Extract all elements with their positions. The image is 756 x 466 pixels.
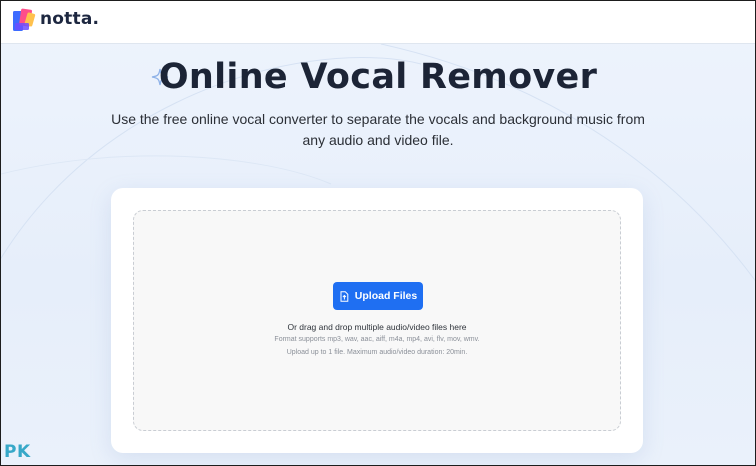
upload-files-button[interactable]: Upload Files — [333, 282, 423, 310]
page-title: Online Vocal Remover — [158, 57, 598, 97]
notta-logo[interactable]: notta. — [12, 8, 102, 34]
browser-viewport: notta. Online Vocal Remover Use the free… — [0, 0, 756, 466]
drag-drop-text: Or drag and drop multiple audio/video fi… — [287, 322, 467, 332]
file-upload-icon — [340, 290, 349, 302]
top-navigation-bar: notta. — [1, 1, 755, 44]
upload-files-label: Upload Files — [354, 290, 418, 302]
brand-name: notta. — [40, 9, 100, 29]
upload-limit-text: Upload up to 1 file. Maximum audio/video… — [286, 349, 468, 356]
notta-logo-icon — [13, 8, 36, 31]
supported-formats-text: Format supports mp3, wav, aac, aiff, m4a… — [274, 336, 480, 343]
file-dropzone[interactable]: Upload Files Or drag and drop multiple a… — [133, 210, 621, 431]
page-subtitle: Use the free online vocal converter to s… — [111, 111, 645, 148]
upload-card: Upload Files Or drag and drop multiple a… — [111, 188, 643, 453]
watermark-logo: PK — [4, 442, 31, 462]
